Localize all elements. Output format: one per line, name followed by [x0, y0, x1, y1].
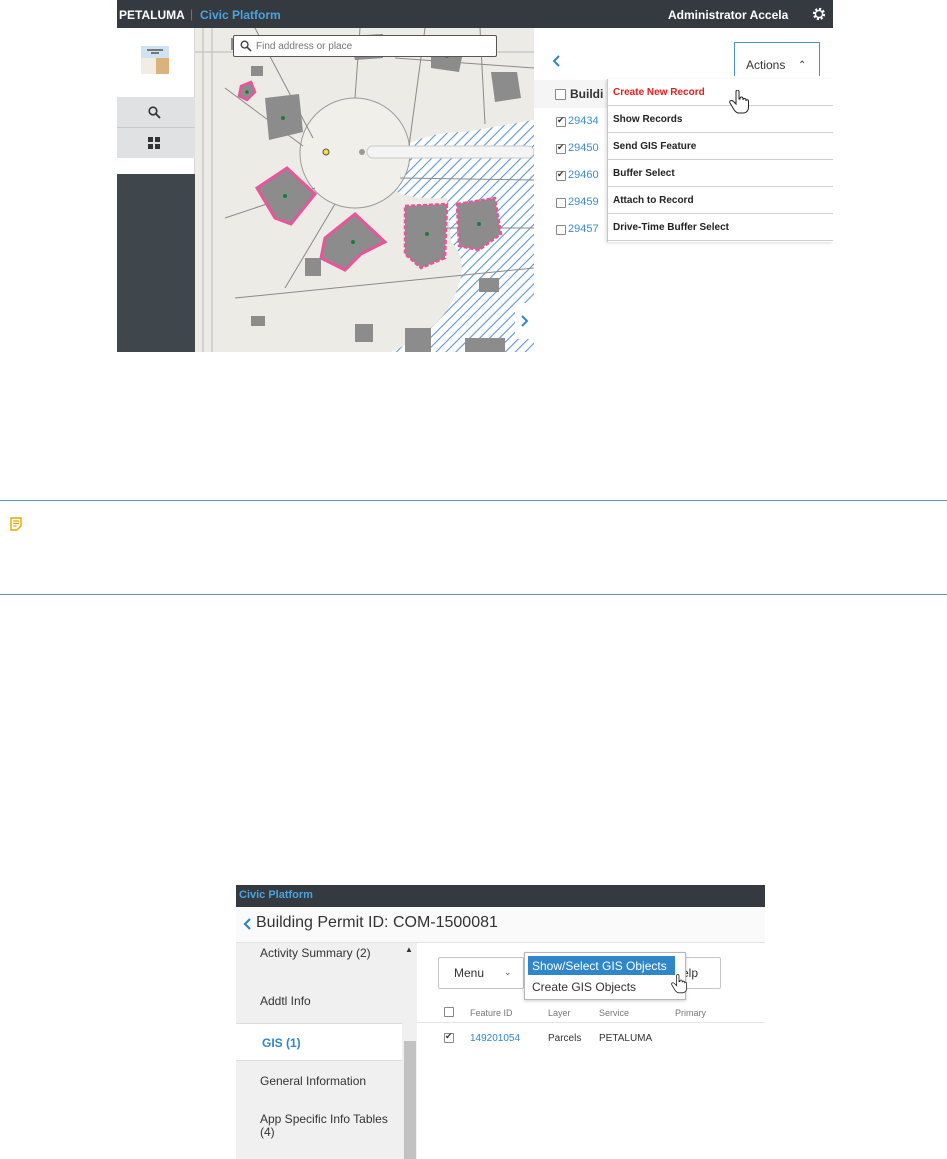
- chevron-right-icon: [521, 315, 529, 327]
- record-checkbox[interactable]: [556, 169, 566, 181]
- actions-label: Actions: [746, 58, 786, 72]
- gear-icon[interactable]: [811, 6, 827, 22]
- layers-icon[interactable]: [139, 44, 171, 76]
- record-link[interactable]: 29459: [568, 196, 599, 208]
- menu-item-show-select-gis-objects[interactable]: Show/Select GIS Objects: [528, 956, 675, 975]
- feature-id-link[interactable]: 149201054: [470, 1033, 520, 1044]
- actions-menu: Create New Record Show Records Send GIS …: [607, 79, 833, 242]
- sidebar-item-label: GIS (1): [262, 1036, 301, 1050]
- table-header: Feature ID Layer Service Primary: [417, 1003, 765, 1023]
- map-search-input[interactable]: [256, 39, 486, 53]
- gis-map-screenshot: PETALUMA | Civic Platform Administrator …: [117, 0, 833, 352]
- user-name[interactable]: Administrator Accela: [668, 8, 788, 22]
- record-row: 29459: [534, 190, 614, 217]
- table-row: 149201054 Parcels PETALUMA: [417, 1025, 765, 1053]
- sidebar-item-general-information[interactable]: General Information: [236, 1063, 402, 1101]
- record-link[interactable]: 29457: [568, 223, 599, 235]
- parcel-map[interactable]: [195, 28, 534, 352]
- note-box: [0, 500, 947, 595]
- sidebar-item-label: App Specific Info Tables (4): [260, 1112, 388, 1139]
- menu-item-send-gis-feature[interactable]: Send GIS Feature: [608, 133, 833, 160]
- row-checkbox[interactable]: [444, 1031, 454, 1043]
- agency-name: PETALUMA: [119, 8, 185, 22]
- search-icon: [240, 40, 252, 52]
- menu-item-show-records[interactable]: Show Records: [608, 106, 833, 133]
- hand-cursor-icon: [729, 90, 749, 114]
- menu-item-label: Attach to Record: [613, 195, 694, 206]
- grid-icon: [148, 137, 160, 149]
- record-row: 29450: [534, 136, 614, 163]
- layer-cell: Parcels: [548, 1033, 582, 1044]
- record-checkbox[interactable]: [556, 115, 566, 127]
- map-tool-rail: [117, 28, 195, 352]
- record-checkbox[interactable]: [556, 198, 566, 208]
- column-header-primary[interactable]: Primary: [675, 1008, 706, 1018]
- page-title: Building Permit ID: COM-1500081: [256, 914, 498, 931]
- record-link[interactable]: 29434: [568, 115, 599, 127]
- sidebar-item-label: General Information: [260, 1074, 367, 1088]
- menu-item-create-gis-objects[interactable]: Create GIS Objects: [532, 980, 636, 994]
- chevron-up-icon: ⌃: [798, 60, 807, 71]
- service-cell: PETALUMA: [599, 1033, 653, 1044]
- top-bar: PETALUMA | Civic Platform Administrator …: [117, 0, 833, 28]
- map-canvas[interactable]: [195, 28, 534, 352]
- menu-item-create-new-record[interactable]: Create New Record: [608, 79, 833, 106]
- record-checkbox[interactable]: [556, 142, 566, 154]
- record-sidebar: Activity Summary (2) Addtl Info GIS (1) …: [236, 943, 417, 1159]
- menu-item-label: Send GIS Feature: [613, 141, 697, 152]
- menu-item-attach-to-record[interactable]: Attach to Record: [608, 187, 833, 214]
- platform-name[interactable]: Civic Platform: [239, 889, 313, 901]
- building-column-header[interactable]: Buildi: [570, 87, 603, 101]
- expand-panel-button[interactable]: [515, 303, 534, 339]
- chevron-down-icon: ⌄: [504, 967, 512, 977]
- note-icon: [10, 517, 22, 531]
- menu-button[interactable]: Menu ⌄: [438, 957, 524, 989]
- map-widgets-tool[interactable]: [117, 128, 195, 158]
- menu-item-label: Drive-Time Buffer Select: [613, 222, 729, 233]
- sidebar-item-label: Addtl Info: [260, 994, 311, 1008]
- record-detail-screenshot: Civic Platform Building Permit ID: COM-1…: [236, 885, 765, 1159]
- platform-name[interactable]: Civic Platform: [200, 8, 281, 22]
- column-header-layer[interactable]: Layer: [548, 1008, 571, 1018]
- map-search-box[interactable]: [233, 35, 497, 57]
- record-row: 29434: [534, 109, 614, 136]
- select-all-checkbox[interactable]: [555, 89, 566, 100]
- sidebar-item-label: Activity Summary (2): [260, 946, 371, 960]
- sidebar-item-gis[interactable]: GIS (1): [236, 1023, 402, 1061]
- record-link[interactable]: 29450: [568, 142, 599, 154]
- menu-item-drive-time-buffer-select[interactable]: Drive-Time Buffer Select: [608, 214, 833, 241]
- record-checkbox[interactable]: [556, 225, 566, 235]
- sidebar-item-addtl-info[interactable]: Addtl Info: [236, 983, 402, 1021]
- search-icon: [148, 106, 161, 119]
- menu-item-label: Show/Select GIS Objects: [532, 959, 667, 973]
- menu-item-label: Buffer Select: [613, 168, 675, 179]
- column-header-service[interactable]: Service: [599, 1008, 629, 1018]
- record-link[interactable]: 29460: [568, 169, 599, 181]
- record-row: 29460: [534, 163, 614, 190]
- rail-panel-background: [117, 174, 195, 352]
- column-header-feature-id[interactable]: Feature ID: [470, 1008, 513, 1018]
- map-search-tool[interactable]: [117, 97, 195, 128]
- select-all-checkbox[interactable]: [444, 1007, 454, 1017]
- chevron-left-icon[interactable]: [242, 917, 252, 931]
- menu-item-buffer-select[interactable]: Buffer Select: [608, 160, 833, 187]
- top-bar: Civic Platform: [236, 885, 765, 907]
- sidebar-scrollbar[interactable]: ▲: [402, 943, 417, 1159]
- sidebar-item-app-specific-info-tables[interactable]: App Specific Info Tables (4): [236, 1103, 402, 1159]
- brand-separator: |: [190, 7, 194, 21]
- sidebar-item-activity-summary[interactable]: Activity Summary (2): [236, 943, 402, 983]
- menu-item-label: Create New Record: [613, 87, 705, 98]
- record-header: Building Permit ID: COM-1500081: [236, 907, 765, 943]
- actions-button[interactable]: Actions ⌃: [734, 42, 820, 76]
- scroll-up-icon[interactable]: ▲: [405, 945, 413, 954]
- hand-cursor-icon: [671, 974, 687, 994]
- record-row: 29457: [534, 217, 614, 244]
- gis-menu-dropdown: Show/Select GIS Objects Create GIS Objec…: [524, 952, 686, 1000]
- gis-content: Menu ⌄ elp Show/Select GIS Objects Creat…: [417, 943, 765, 1159]
- scrollbar-thumb[interactable]: [404, 1041, 416, 1159]
- menu-button-label: Menu: [454, 966, 485, 980]
- menu-item-label: Show Records: [613, 114, 683, 125]
- chevron-left-icon[interactable]: [550, 54, 562, 68]
